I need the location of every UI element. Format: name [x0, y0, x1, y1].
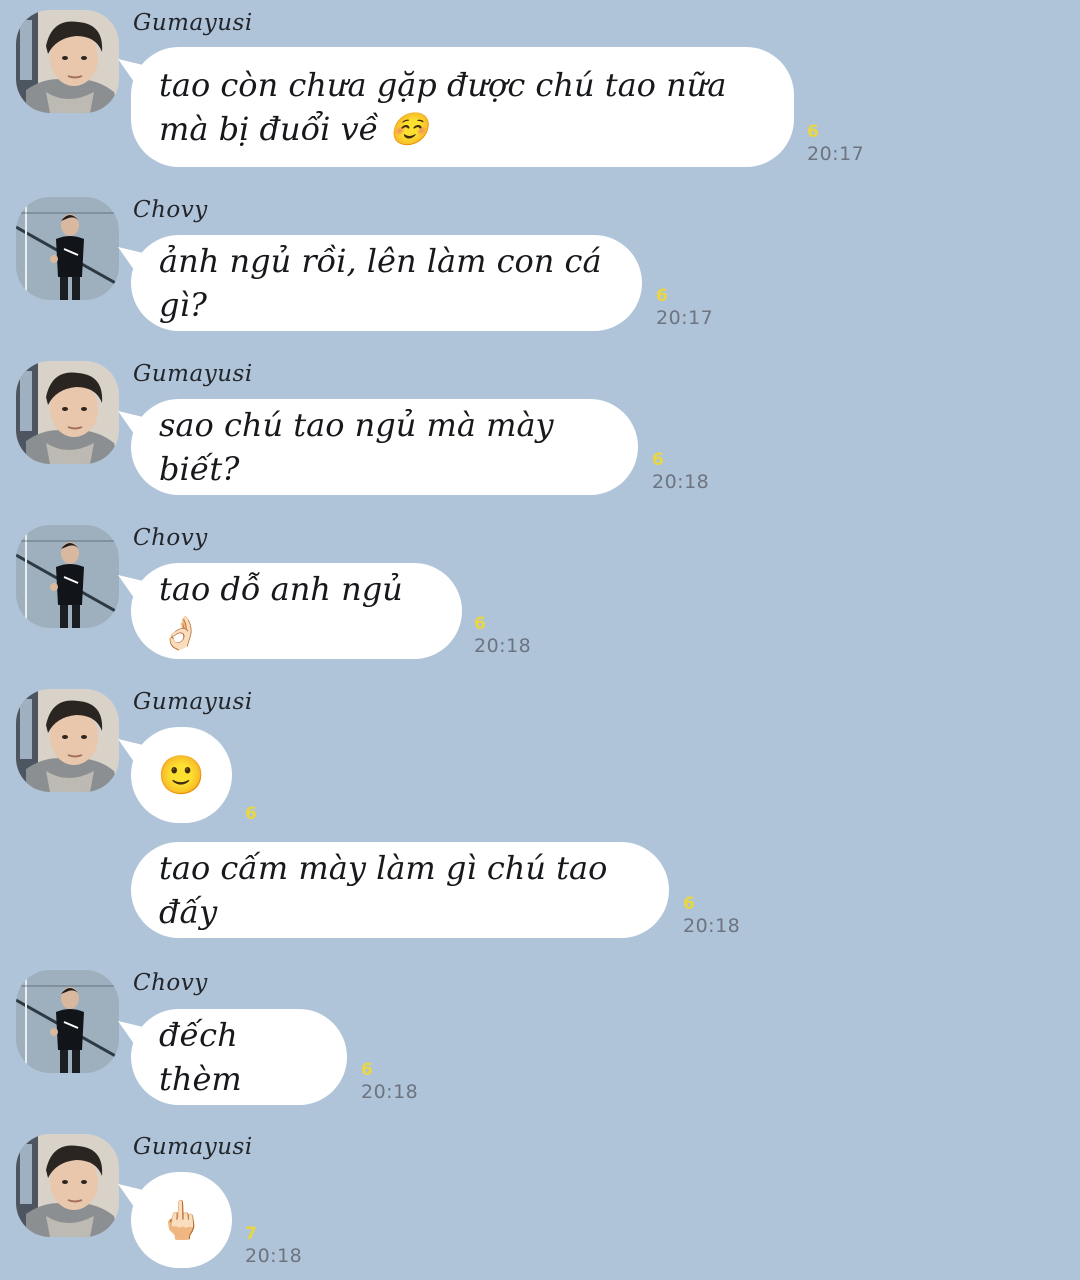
sender-name: Gumayusi: [133, 1134, 253, 1160]
message-time: 20:18: [652, 471, 710, 493]
message-meta: 6 20:18: [361, 1060, 418, 1104]
message-text: tao còn chưa gặp được chú tao nữa mà bị …: [159, 66, 727, 148]
sender-name: Chovy: [133, 525, 208, 551]
message-meta: 6 20:18: [474, 614, 531, 658]
gumayusi-avatar[interactable]: [16, 361, 119, 464]
sender-name: Chovy: [133, 197, 208, 223]
chovy-avatar[interactable]: [16, 970, 119, 1073]
message-text: đếch thèm: [159, 1016, 242, 1098]
message-bubble[interactable]: tao dỗ anh ngủ 👌🏻: [131, 563, 462, 659]
read-count: 6: [807, 122, 819, 142]
message-bubble[interactable]: đếch thèm: [131, 1009, 347, 1105]
message-meta: 6 20:17: [807, 122, 864, 166]
message-meta: 6 20:17: [656, 286, 713, 330]
read-count: 6: [683, 894, 695, 914]
message-bubble[interactable]: 🖕🏻: [131, 1172, 232, 1268]
message-bubble[interactable]: tao còn chưa gặp được chú tao nữa mà bị …: [131, 47, 794, 167]
message-time: 20:18: [361, 1081, 419, 1103]
message-time: 20:18: [683, 915, 741, 937]
message-meta: 6 20:18: [652, 450, 709, 494]
sender-name: Gumayusi: [133, 689, 253, 715]
message-bubble[interactable]: tao cấm mày làm gì chú tao đấy: [131, 842, 669, 938]
message-meta: 7 20:18: [245, 1224, 302, 1268]
read-count: 6: [652, 450, 664, 470]
message-meta: 6 20:18: [683, 894, 740, 938]
message-text: tao dỗ anh ngủ 👌🏻: [159, 570, 403, 652]
gumayusi-avatar[interactable]: [16, 1134, 119, 1237]
message-bubble[interactable]: sao chú tao ngủ mà mày biết?: [131, 399, 638, 495]
message-time: 20:17: [656, 307, 714, 329]
read-count: 6: [474, 614, 486, 634]
sender-name: Gumayusi: [133, 361, 253, 387]
message-text: ảnh ngủ rồi, lên làm con cá gì?: [159, 242, 602, 324]
read-count: 7: [245, 1224, 257, 1244]
message-bubble[interactable]: ảnh ngủ rồi, lên làm con cá gì?: [131, 235, 642, 331]
read-count: 6: [361, 1060, 373, 1080]
read-count: 6: [245, 804, 257, 824]
message-text: tao cấm mày làm gì chú tao đấy: [159, 849, 608, 931]
chat-screen: Gumayusi tao còn chưa gặp được chú tao n…: [0, 0, 1080, 1280]
read-count: 6: [656, 286, 668, 306]
sender-name: Gumayusi: [133, 10, 253, 36]
message-time: 20:18: [245, 1245, 303, 1267]
message-time: 20:18: [474, 635, 532, 657]
message-text: sao chú tao ngủ mà mày biết?: [159, 406, 554, 488]
gumayusi-avatar[interactable]: [16, 10, 119, 113]
message-emoji: 🖕🏻: [157, 1198, 206, 1242]
message-meta: 6: [245, 804, 257, 824]
message-time: 20:17: [807, 143, 865, 165]
chovy-avatar[interactable]: [16, 525, 119, 628]
message-emoji: 🙂: [157, 753, 206, 797]
sender-name: Chovy: [133, 970, 208, 996]
message-bubble[interactable]: 🙂: [131, 727, 232, 823]
chovy-avatar[interactable]: [16, 197, 119, 300]
gumayusi-avatar[interactable]: [16, 689, 119, 792]
